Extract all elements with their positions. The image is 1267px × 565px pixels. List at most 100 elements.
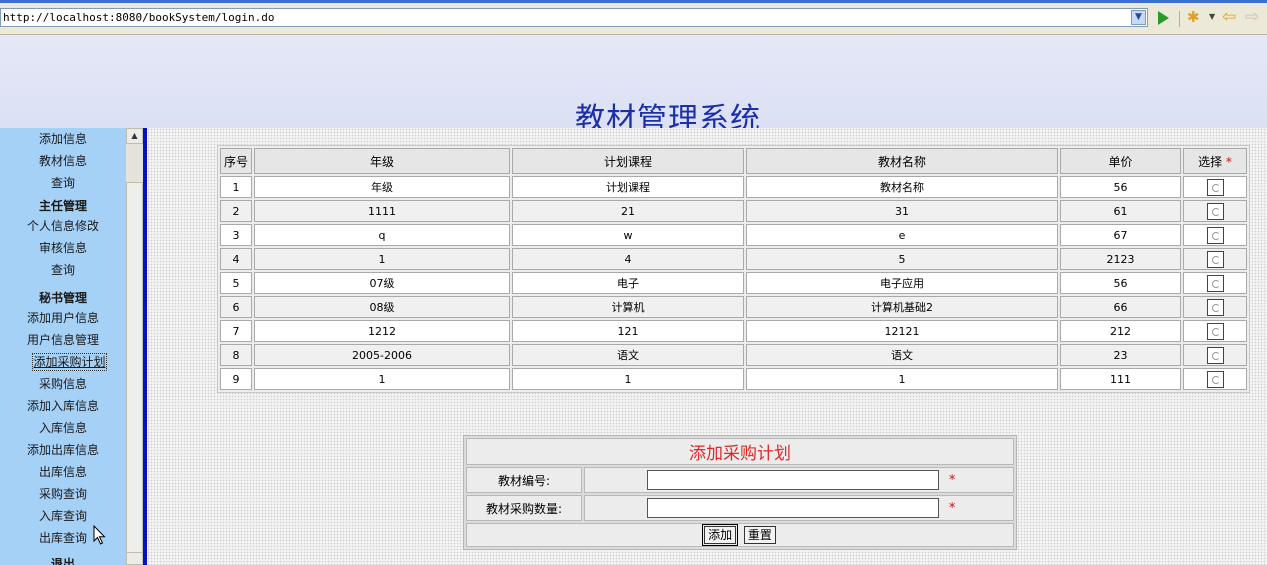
chevron-down-icon[interactable]: ▼ (1131, 10, 1146, 25)
table-row: 1 年级 计划课程 教材名称 56 (220, 176, 1247, 198)
row-select-radio[interactable] (1206, 250, 1224, 268)
radio-circle-icon (1211, 231, 1220, 240)
cell-price: 212 (1060, 320, 1181, 342)
cell-material-name: 1 (746, 368, 1058, 390)
row-select-radio[interactable] (1206, 322, 1224, 340)
row-select-radio[interactable] (1206, 298, 1224, 316)
favorites-star-icon[interactable]: ✱ (1187, 10, 1200, 25)
quantity-label: 教材采购数量: (466, 495, 582, 521)
scroll-up-icon[interactable]: ▲ (126, 128, 143, 144)
sidebar-item-logout[interactable]: 退出 (0, 556, 126, 565)
cell-material-name: e (746, 224, 1058, 246)
table-row: 2 1111 21 31 61 (220, 200, 1247, 222)
scroll-down-icon[interactable] (126, 552, 143, 565)
sidebar-item-add-stock-in[interactable]: 添加入库信息 (0, 398, 126, 414)
cell-select (1183, 272, 1247, 294)
material-table: 序号 年级 计划课程 教材名称 单价 选择 * 1 年级 计划课程 教材名称 5… (217, 145, 1250, 393)
row-select-radio[interactable] (1206, 226, 1224, 244)
column-header-material-name: 教材名称 (746, 148, 1058, 174)
sidebar-item-query-2[interactable]: 查询 (0, 262, 126, 278)
toolbar-divider (1179, 11, 1180, 27)
sidebar-item-add-user[interactable]: 添加用户信息 (0, 310, 126, 326)
page-header: 教材管理系统 (0, 35, 1267, 137)
table-row: 9 1 1 1 111 (220, 368, 1247, 390)
cell-course: 计算机 (512, 296, 744, 318)
forward-arrow-icon[interactable]: ⇨ (1245, 9, 1259, 26)
material-id-input[interactable] (647, 470, 939, 490)
quantity-input[interactable] (647, 498, 939, 518)
cell-price: 67 (1060, 224, 1181, 246)
cell-course: 4 (512, 248, 744, 270)
sidebar-item-stock-in-query[interactable]: 入库查询 (0, 508, 126, 524)
cell-price: 61 (1060, 200, 1181, 222)
column-header-grade: 年级 (254, 148, 510, 174)
cell-material-name: 电子应用 (746, 272, 1058, 294)
go-icon[interactable] (1158, 11, 1169, 25)
cell-material-name: 5 (746, 248, 1058, 270)
cell-index: 5 (220, 272, 252, 294)
cell-price: 56 (1060, 272, 1181, 294)
row-select-radio[interactable] (1206, 202, 1224, 220)
cell-price: 56 (1060, 176, 1181, 198)
sidebar-item-purchase-query[interactable]: 采购查询 (0, 486, 126, 502)
cell-select (1183, 296, 1247, 318)
radio-circle-icon (1211, 327, 1220, 336)
required-mark: * (948, 472, 956, 488)
sidebar-item-profile-edit[interactable]: 个人信息修改 (0, 218, 126, 234)
sidebar-item-stock-out-info[interactable]: 出库信息 (0, 464, 126, 480)
column-header-select: 选择 * (1183, 148, 1247, 174)
table-row: 5 07级 电子 电子应用 56 (220, 272, 1247, 294)
cell-select (1183, 176, 1247, 198)
cell-index: 2 (220, 200, 252, 222)
sidebar-item-material-info[interactable]: 教材信息 (0, 153, 126, 169)
form-buttons: 添加 重置 (466, 523, 1014, 547)
sidebar-scrollbar[interactable]: ▲ (126, 128, 143, 565)
scrollbar-thumb[interactable] (126, 182, 143, 560)
sidebar-item-user-management[interactable]: 用户信息管理 (0, 332, 126, 348)
sidebar-item-review-info[interactable]: 审核信息 (0, 240, 126, 256)
cell-grade: 07级 (254, 272, 510, 294)
sidebar-item-stock-out-query[interactable]: 出库查询 (0, 530, 126, 546)
row-select-radio[interactable] (1206, 178, 1224, 196)
sidebar-item-stock-in-info[interactable]: 入库信息 (0, 420, 126, 436)
sidebar-item-add-info[interactable]: 添加信息 (0, 131, 126, 147)
address-toolbar: http://localhost:8080/bookSystem/login.d… (0, 3, 1267, 35)
radio-circle-icon (1211, 303, 1220, 312)
cell-price: 2123 (1060, 248, 1181, 270)
required-mark: * (948, 500, 956, 516)
sidebar-item-add-stock-out[interactable]: 添加出库信息 (0, 442, 126, 458)
cell-select (1183, 224, 1247, 246)
row-select-radio[interactable] (1206, 274, 1224, 292)
reset-button[interactable]: 重置 (743, 526, 776, 544)
table-row: 3 q w e 67 (220, 224, 1247, 246)
cell-index: 3 (220, 224, 252, 246)
cell-material-name: 计算机基础2 (746, 296, 1058, 318)
address-input[interactable]: http://localhost:8080/bookSystem/login.d… (0, 8, 1148, 27)
cell-price: 23 (1060, 344, 1181, 366)
table-row: 7 1212 121 12121 212 (220, 320, 1247, 342)
form-button-row: 添加 重置 (466, 523, 1014, 547)
cell-grade: 1 (254, 248, 510, 270)
back-arrow-icon[interactable]: ⇦ (1222, 9, 1236, 26)
cell-course: 1 (512, 368, 744, 390)
cell-index: 6 (220, 296, 252, 318)
row-select-radio[interactable] (1206, 370, 1224, 388)
sidebar-item-add-purchase-plan[interactable]: 添加采购计划 (32, 353, 107, 371)
sidebar-item-purchase-info[interactable]: 采购信息 (0, 376, 126, 392)
cell-grade: 年级 (254, 176, 510, 198)
sidebar-item-query[interactable]: 查询 (0, 175, 126, 191)
sidebar: 添加信息 教材信息 查询 主任管理 个人信息修改 审核信息 查询 秘书管理 添加… (0, 128, 126, 565)
radio-circle-icon (1211, 279, 1220, 288)
add-button[interactable]: 添加 (702, 524, 739, 546)
cell-index: 8 (220, 344, 252, 366)
form-row-quantity: 教材采购数量: * (466, 495, 1014, 521)
cell-course: 语文 (512, 344, 744, 366)
table-row: 6 08级 计算机 计算机基础2 66 (220, 296, 1247, 318)
chevron-down-icon[interactable]: ▼ (1209, 12, 1215, 21)
cell-price: 66 (1060, 296, 1181, 318)
select-label: 选择 (1198, 154, 1223, 169)
radio-circle-icon (1211, 255, 1220, 264)
row-select-radio[interactable] (1206, 346, 1224, 364)
cell-grade: 1111 (254, 200, 510, 222)
cell-grade: 1 (254, 368, 510, 390)
